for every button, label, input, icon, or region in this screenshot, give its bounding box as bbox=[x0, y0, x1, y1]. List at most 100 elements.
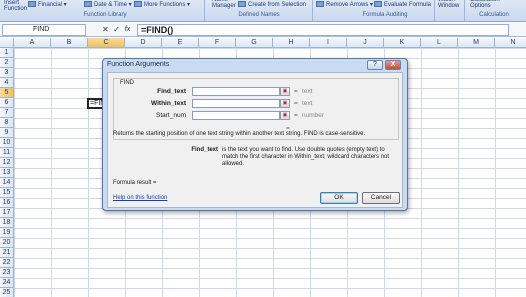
cancel-button[interactable]: Cancel bbox=[362, 192, 400, 204]
column-header[interactable]: B bbox=[51, 38, 88, 48]
select-all-corner[interactable] bbox=[0, 38, 14, 48]
row-header[interactable]: 5 bbox=[0, 88, 14, 98]
name-manager-button[interactable]: Name Manager bbox=[212, 0, 236, 9]
row-header[interactable]: 4 bbox=[0, 78, 14, 88]
find-text-collapse-icon[interactable]: ▣ bbox=[280, 87, 290, 96]
within-text-collapse-icon[interactable]: ▣ bbox=[280, 99, 290, 108]
watch-window-button[interactable]: Watch Window bbox=[438, 0, 459, 9]
create-from-selection-button[interactable]: Create from Selection bbox=[238, 1, 306, 8]
remove-arrows-button[interactable]: Remove Arrows ▾ bbox=[316, 1, 373, 8]
calculation-options-button[interactable]: Calculation Options bbox=[470, 0, 500, 9]
start-num-equals: = bbox=[294, 112, 298, 119]
row-header[interactable]: 16 bbox=[0, 198, 14, 208]
formula-bar: FIND ✕ ✓ fx =FIND() bbox=[0, 23, 526, 37]
financial-button[interactable]: Financial ▾ bbox=[28, 1, 67, 8]
function-description: Returns the starting position of one tex… bbox=[113, 131, 366, 137]
row-header[interactable]: 2 bbox=[0, 58, 14, 68]
column-header[interactable]: H bbox=[273, 38, 310, 48]
formula-result: Formula result = bbox=[113, 180, 157, 186]
dialog-body: FIND Find_text ▣ = text Within_text ▣ = … bbox=[107, 72, 403, 208]
row-header[interactable]: 6 bbox=[0, 98, 14, 108]
row-header[interactable]: 13 bbox=[0, 168, 14, 178]
insert-function-button[interactable]: Insert Function bbox=[4, 0, 27, 12]
argument-help-text: is the text you want to find. Use double… bbox=[222, 147, 390, 167]
start-num-input[interactable] bbox=[192, 111, 280, 120]
ribbon: Insert Function Financial ▾ Date & Time … bbox=[0, 0, 526, 22]
column-header[interactable]: G bbox=[236, 38, 273, 48]
column-header[interactable]: F bbox=[199, 38, 236, 48]
row-header[interactable]: 18 bbox=[0, 218, 14, 228]
column-header[interactable]: L bbox=[421, 38, 458, 48]
financial-label: Financial bbox=[38, 2, 63, 8]
ok-button[interactable]: OK bbox=[320, 192, 358, 204]
start-num-collapse-icon[interactable]: ▣ bbox=[280, 111, 290, 120]
ribbon-separator bbox=[434, 0, 435, 21]
help-button[interactable]: ? bbox=[367, 60, 383, 70]
evaluate-formula-icon bbox=[374, 1, 382, 7]
calendar-icon bbox=[84, 1, 92, 7]
remove-arrows-label: Remove Arrows bbox=[326, 2, 369, 8]
find-text-label: Find_text bbox=[157, 88, 186, 95]
row-header[interactable]: 20 bbox=[0, 238, 14, 248]
row-header[interactable]: 15 bbox=[0, 188, 14, 198]
start-num-label: Start_num bbox=[156, 112, 186, 119]
calculation-group-label: Calculation bbox=[479, 12, 509, 18]
row-header[interactable]: 17 bbox=[0, 208, 14, 218]
formula-input[interactable]: =FIND() bbox=[137, 24, 509, 36]
more-functions-button[interactable]: More Functions ▾ bbox=[134, 1, 190, 8]
insert-function-label: Insert Function bbox=[4, 0, 28, 12]
name-manager-label: Name Manager bbox=[212, 0, 236, 9]
evaluate-formula-label: Evaluate Formula bbox=[384, 2, 432, 8]
name-box[interactable]: FIND bbox=[2, 24, 86, 36]
evaluate-formula-button[interactable]: Evaluate Formula bbox=[374, 1, 431, 8]
find-text-equals: = bbox=[294, 88, 298, 95]
within-text-type: text bbox=[302, 100, 313, 107]
row-header[interactable]: 14 bbox=[0, 178, 14, 188]
function-name: FIND bbox=[119, 80, 135, 86]
within-text-label: Within_text bbox=[151, 100, 186, 107]
column-header[interactable]: N bbox=[495, 38, 526, 48]
more-functions-icon bbox=[134, 1, 142, 7]
calculation-options-label: Calculation Options bbox=[470, 0, 500, 9]
row-header[interactable]: 10 bbox=[0, 138, 14, 148]
row-header[interactable]: 12 bbox=[0, 158, 14, 168]
row-header[interactable]: 23 bbox=[0, 268, 14, 278]
dialog-title: Function Arguments bbox=[107, 61, 170, 68]
more-functions-label: More Functions bbox=[144, 2, 186, 8]
row-header[interactable]: 25 bbox=[0, 288, 14, 297]
close-button[interactable]: X bbox=[385, 60, 401, 70]
column-header[interactable]: A bbox=[14, 38, 51, 48]
column-header[interactable]: M bbox=[458, 38, 495, 48]
watch-window-label: Watch Window bbox=[438, 0, 460, 9]
date-time-label: Date & Time bbox=[94, 2, 128, 8]
cancel-entry-icon[interactable]: ✕ bbox=[101, 25, 110, 35]
row-header[interactable]: 7 bbox=[0, 108, 14, 118]
row-header[interactable]: 11 bbox=[0, 148, 14, 158]
ribbon-separator bbox=[204, 0, 205, 21]
row-header[interactable]: 24 bbox=[0, 278, 14, 288]
row-header[interactable]: 1 bbox=[0, 48, 14, 58]
row-header[interactable]: 19 bbox=[0, 228, 14, 238]
enter-entry-icon[interactable]: ✓ bbox=[112, 25, 121, 35]
column-header[interactable]: E bbox=[162, 38, 199, 48]
column-header[interactable]: D bbox=[125, 38, 162, 48]
date-time-button[interactable]: Date & Time ▾ bbox=[84, 1, 132, 8]
defined-names-group-label: Defined Names bbox=[238, 12, 280, 18]
help-link[interactable]: Help on this function bbox=[113, 195, 167, 201]
row-header[interactable]: 3 bbox=[0, 68, 14, 78]
column-header[interactable]: K bbox=[384, 38, 421, 48]
create-from-selection-label: Create from Selection bbox=[248, 2, 307, 8]
row-header[interactable]: 8 bbox=[0, 118, 14, 128]
function-library-group-label: Function Library bbox=[83, 12, 127, 18]
column-header[interactable]: J bbox=[347, 38, 384, 48]
row-header[interactable]: 21 bbox=[0, 248, 14, 258]
column-header[interactable]: I bbox=[310, 38, 347, 48]
row-header[interactable]: 22 bbox=[0, 258, 14, 268]
formula-auditing-group-label: Formula Auditing bbox=[362, 12, 408, 18]
column-header[interactable]: C bbox=[88, 38, 125, 48]
find-text-input[interactable] bbox=[192, 87, 280, 96]
within-text-input[interactable] bbox=[192, 99, 280, 108]
row-header[interactable]: 9 bbox=[0, 128, 14, 138]
insert-function-icon[interactable]: fx bbox=[123, 25, 132, 35]
start-num-type: number bbox=[302, 112, 325, 119]
